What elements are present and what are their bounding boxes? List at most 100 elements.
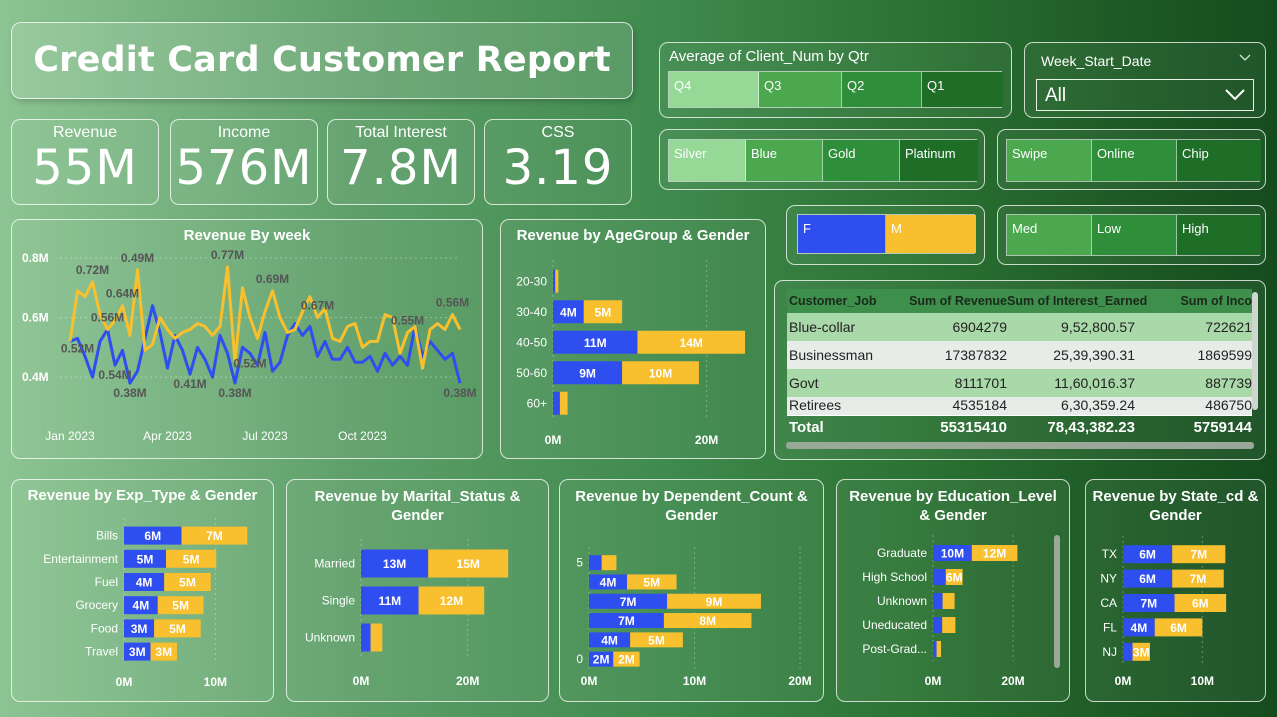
- data-label: 5M: [172, 599, 189, 613]
- table-cell: 4535184: [952, 397, 1007, 413]
- kpi-value: 55M: [32, 140, 138, 196]
- qtr-option-q2[interactable]: Q2: [842, 72, 922, 107]
- card-option-gold[interactable]: Gold: [823, 140, 900, 181]
- data-label: 11M: [378, 594, 401, 608]
- data-label: 4M: [560, 305, 577, 319]
- gender-option-m[interactable]: M: [886, 215, 976, 253]
- bar-m: [370, 623, 383, 652]
- card-option-silver[interactable]: Silver: [669, 140, 746, 181]
- report-title-card: Credit Card Customer Report: [11, 22, 633, 99]
- column-header[interactable]: Sum of Interest_Earned: [1007, 294, 1147, 308]
- chart-title: Revenue By week: [183, 227, 311, 244]
- category-label: Graduate: [877, 546, 927, 560]
- data-label: 7M: [1190, 548, 1207, 562]
- bar-m: [936, 641, 941, 657]
- x-tick-label: 20M: [788, 674, 811, 688]
- data-label: 0.72M: [76, 263, 109, 277]
- income-option-high[interactable]: High: [1177, 215, 1261, 255]
- bar-chart-svg: 0M 20M Graduate 10M 12M High School 6M Unknown U…: [862, 535, 1025, 688]
- data-label: 0.41M: [173, 377, 206, 391]
- exp-option-swipe[interactable]: Swipe: [1007, 140, 1092, 181]
- card-option-blue[interactable]: Blue: [746, 140, 823, 181]
- data-label: 6M: [1139, 548, 1156, 562]
- table-cell: 9,52,800.57: [1061, 319, 1135, 335]
- table-row[interactable]: Govt 8111701 11,60,016.37 887739: [787, 369, 1252, 397]
- table-cell: Businessman: [789, 347, 874, 363]
- card-option-platinum[interactable]: Platinum: [900, 140, 978, 181]
- x-tick-label: 10M: [683, 674, 706, 688]
- qtr-option-q4[interactable]: Q4: [669, 72, 759, 107]
- bar-m: [555, 269, 559, 293]
- data-label: 13M: [383, 557, 406, 571]
- kpi-css: CSS 3.19: [484, 119, 632, 205]
- data-label: 4M: [1131, 621, 1148, 635]
- table-cell: 5759144: [1193, 419, 1252, 436]
- table-cell: 11,60,016.37: [1054, 375, 1135, 391]
- exp-option-online[interactable]: Online: [1092, 140, 1177, 181]
- data-label: 5M: [137, 552, 154, 566]
- column-header[interactable]: Sum of Revenue: [897, 294, 1007, 308]
- data-label: 0.49M: [121, 251, 154, 265]
- bar-f: [933, 593, 943, 609]
- data-label: 9M: [579, 366, 596, 380]
- chevron-down-icon: [1225, 89, 1245, 101]
- x-tick-label: 0M: [925, 674, 942, 688]
- income-group-slicer: Med Low High: [997, 205, 1266, 265]
- data-label: 0.56M: [91, 310, 124, 324]
- category-label: High School: [862, 570, 927, 584]
- x-tick-label: Apr 2023: [143, 429, 192, 443]
- kpi-value: 7.8M: [340, 140, 462, 196]
- kpi-income: Income 576M: [170, 119, 318, 205]
- agegroup-gender-chart: Revenue by AgeGroup & Gender 0M 20M 20-30 3…: [500, 219, 766, 459]
- x-tick-label: 0M: [581, 674, 598, 688]
- data-label: 3M: [131, 622, 148, 636]
- income-option-low[interactable]: Low: [1092, 215, 1177, 255]
- x-tick-label: 10M: [1191, 674, 1214, 688]
- table-cell: 6,30,359.24: [1061, 397, 1135, 413]
- exp-option-chip[interactable]: Chip: [1177, 140, 1261, 181]
- column-header[interactable]: Sum of Inco: [1135, 294, 1252, 308]
- data-label: 0.52M: [233, 356, 266, 370]
- category-label: Food: [91, 621, 118, 635]
- chart-title: Revenue by State_cd & Gender: [1092, 488, 1259, 524]
- category-label: 60+: [527, 396, 547, 410]
- x-tick-label: 20M: [695, 433, 718, 447]
- column-header[interactable]: Customer_Job: [787, 294, 897, 308]
- y-tick-label: 0.6M: [22, 311, 49, 325]
- table-row[interactable]: Blue-collar 6904279 9,52,800.57 722621: [787, 313, 1252, 341]
- gender-option-f[interactable]: F: [798, 215, 886, 253]
- data-label: 9M: [706, 595, 723, 609]
- qtr-option-q1[interactable]: Q1: [922, 72, 1003, 107]
- bar-f: [553, 269, 556, 293]
- state-gender-chart: Revenue by State_cd & Gender 0M 10M TX 6M 7M…: [1085, 479, 1266, 702]
- data-label: 0.64M: [106, 287, 139, 301]
- category-label: 30-40: [516, 305, 547, 319]
- data-label: 0.54M: [98, 368, 131, 382]
- table-horizontal-scrollbar[interactable]: [786, 442, 1254, 449]
- bar-chart-svg: 0M 10M Bills 6M 7M Entertainment 5M 5M Fuel 4M 5M G…: [43, 518, 248, 689]
- chevron-down-icon[interactable]: [1239, 54, 1251, 62]
- table-total-row: Total 55315410 78,43,382.23 5759144: [787, 415, 1252, 439]
- y-tick-label: 0.4M: [22, 370, 49, 384]
- week-start-date-slicer: Week_Start_Date All: [1024, 42, 1266, 118]
- table-vertical-scrollbar[interactable]: [1252, 292, 1258, 410]
- bar-f: [933, 569, 946, 585]
- category-label: Single: [322, 594, 356, 608]
- data-label: 14M: [680, 336, 703, 350]
- page-title: Credit Card Customer Report: [33, 40, 611, 80]
- x-tick-label: 0M: [116, 675, 133, 689]
- category-label: Fuel: [95, 575, 118, 589]
- data-label: 7M: [620, 595, 637, 609]
- education-level-gender-chart: Revenue by Education_Level & Gender 0M 20…: [836, 479, 1070, 702]
- income-option-med[interactable]: Med: [1007, 215, 1092, 255]
- qtr-option-q3[interactable]: Q3: [759, 72, 842, 107]
- table-row[interactable]: Businessman 17387832 25,39,390.31 186959…: [787, 341, 1252, 369]
- table-cell: 78,43,382.23: [1047, 419, 1135, 436]
- kpi-revenue: Revenue 55M: [11, 119, 159, 205]
- bar-chart-svg: 0M 10M 20M 5 4M 5M 7M 9M 7M 8M 4M 5M 0 2M 2M: [576, 547, 812, 688]
- category-label: 40-50: [516, 335, 547, 349]
- table-row[interactable]: Retirees 4535184 6,30,359.24 486750: [787, 397, 1252, 415]
- chart-vertical-scrollbar[interactable]: [1054, 535, 1060, 668]
- chart-title: Revenue by AgeGroup & Gender: [516, 227, 750, 244]
- week-dropdown[interactable]: All: [1036, 79, 1254, 111]
